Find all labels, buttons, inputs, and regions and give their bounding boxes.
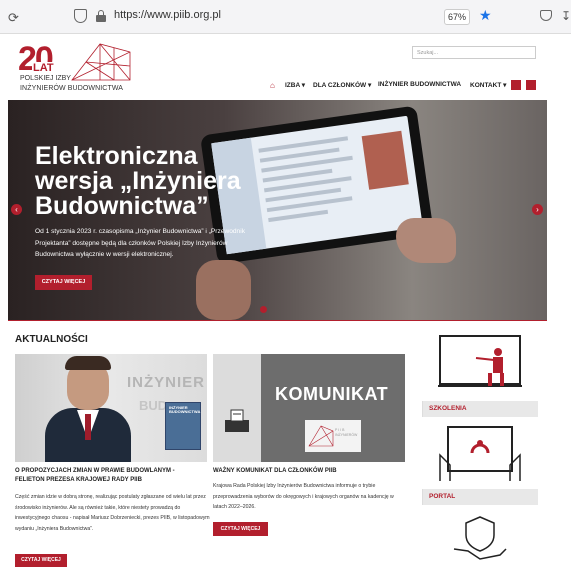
person-hair bbox=[65, 356, 111, 370]
address-bar[interactable]: https://www.piib.org.pl bbox=[114, 9, 221, 21]
reload-icon[interactable]: ⟳ bbox=[8, 10, 19, 26]
person-tie bbox=[85, 414, 91, 440]
card-text: P I I B INŻYNIERÓW bbox=[335, 428, 358, 437]
news-text: Część zmian idzie w dobrą stronę, realiz… bbox=[15, 494, 210, 532]
truss-logo-icon bbox=[308, 425, 334, 447]
logo-truss-icon bbox=[71, 43, 131, 81]
magazine-cover: INŻYNIER BUDOWNICTWA bbox=[165, 402, 201, 450]
news-image[interactable]: KOMUNIKAT P I I B INŻYNIERÓW bbox=[213, 354, 405, 462]
browser-toolbar: ⟳ https://www.piib.org.pl 67% ★ ↧ bbox=[0, 0, 571, 34]
slider-dot[interactable] bbox=[260, 306, 267, 313]
shield-hand-icon[interactable] bbox=[450, 515, 510, 563]
logo-lat: LAT bbox=[32, 62, 55, 74]
hero-read-more-button[interactable]: CZYTAJ WIĘCEJ bbox=[35, 275, 92, 290]
logo-line1: POLSKIEJ IZBY bbox=[20, 75, 71, 82]
logo-line2: INŻYNIERÓW BUDOWNICTWA bbox=[20, 85, 124, 92]
home-icon[interactable]: ⌂ bbox=[270, 81, 275, 90]
download-icon[interactable]: ↧ bbox=[561, 9, 571, 23]
nav-item-kontakt[interactable]: KONTAKT ▾ bbox=[470, 81, 506, 93]
section-title: AKTUALNOŚCI bbox=[15, 334, 88, 345]
slider-next-icon[interactable]: › bbox=[532, 204, 543, 215]
news-text: Krajowa Rada Polskiej Izby Inżynierów Bu… bbox=[213, 483, 394, 510]
logo-card: P I I B INŻYNIERÓW bbox=[305, 420, 361, 452]
hero-hand bbox=[396, 218, 456, 263]
tracking-shield-icon[interactable] bbox=[74, 9, 87, 23]
lock-icon[interactable] bbox=[96, 10, 106, 22]
nav-item-inzynier-budownictwa[interactable]: INŻYNIER BUDOWNICTWA bbox=[378, 81, 461, 93]
nav-item-dla-czlonkow[interactable]: DLA CZŁONKÓW ▾ bbox=[313, 81, 371, 93]
divider bbox=[8, 320, 547, 321]
sidebar-item-szkolenia[interactable]: SZKOLENIA bbox=[422, 401, 538, 417]
nav-item-izba[interactable]: IZBA ▾ bbox=[285, 81, 305, 93]
presentation-icon[interactable] bbox=[438, 334, 522, 396]
news-image[interactable]: INŻYNIER BUD INŻYNIER BUDOWNICTWA bbox=[15, 354, 207, 462]
hero-title: Elektroniczna wersja „Inżyniera Budownic… bbox=[35, 142, 241, 220]
image-text: INŻYNIER bbox=[127, 374, 206, 391]
ballot-box-icon bbox=[225, 409, 249, 432]
portal-icon[interactable] bbox=[438, 425, 522, 483]
hero-hand bbox=[196, 260, 251, 320]
zoom-indicator[interactable]: 67% bbox=[444, 9, 470, 25]
news-read-more-button[interactable]: CZYTAJ WIĘCEJ bbox=[213, 522, 268, 536]
sidebar-item-portal[interactable]: PORTAL bbox=[422, 489, 538, 505]
facebook-icon[interactable] bbox=[511, 80, 521, 90]
image-title: KOMUNIKAT bbox=[275, 384, 389, 404]
search-input[interactable]: Szukaj... bbox=[412, 46, 536, 59]
nav-label: KONTAKT bbox=[470, 82, 502, 89]
hero-text: Od 1 stycznia 2023 r. czasopisma „Inżyni… bbox=[35, 228, 245, 259]
sidebar-label: PORTAL bbox=[429, 493, 456, 500]
pocket-icon[interactable] bbox=[540, 10, 552, 21]
youtube-icon[interactable] bbox=[526, 80, 536, 90]
slider-prev-icon[interactable]: ‹ bbox=[11, 204, 22, 215]
news-title[interactable]: WAŻNY KOMUNIKAT DLA CZŁONKÓW PIIB bbox=[213, 467, 403, 476]
nav-label: IZBA bbox=[285, 82, 300, 89]
nav-label: INŻYNIER BUDOWNICTWA bbox=[378, 81, 462, 88]
image-text: BUD bbox=[139, 398, 168, 413]
bookmark-star-icon[interactable]: ★ bbox=[479, 7, 492, 24]
nav-label: DLA CZŁONKÓW bbox=[313, 82, 367, 89]
news-title[interactable]: O PROPOZYCJACH ZMIAN W PRAWIE BUDOWLANYM… bbox=[15, 467, 205, 485]
magazine-title: INŻYNIER BUDOWNICTWA bbox=[169, 405, 201, 414]
news-read-more-button[interactable]: CZYTAJ WIĘCEJ bbox=[15, 554, 67, 567]
sidebar-label: SZKOLENIA bbox=[429, 405, 467, 412]
site-logo[interactable]: 20 LAT POLSKIEJ IZBY INŻYNIERÓW BUDOWNIC… bbox=[18, 40, 131, 96]
hero-slider: Elektroniczna wersja „Inżyniera Budownic… bbox=[8, 100, 547, 320]
